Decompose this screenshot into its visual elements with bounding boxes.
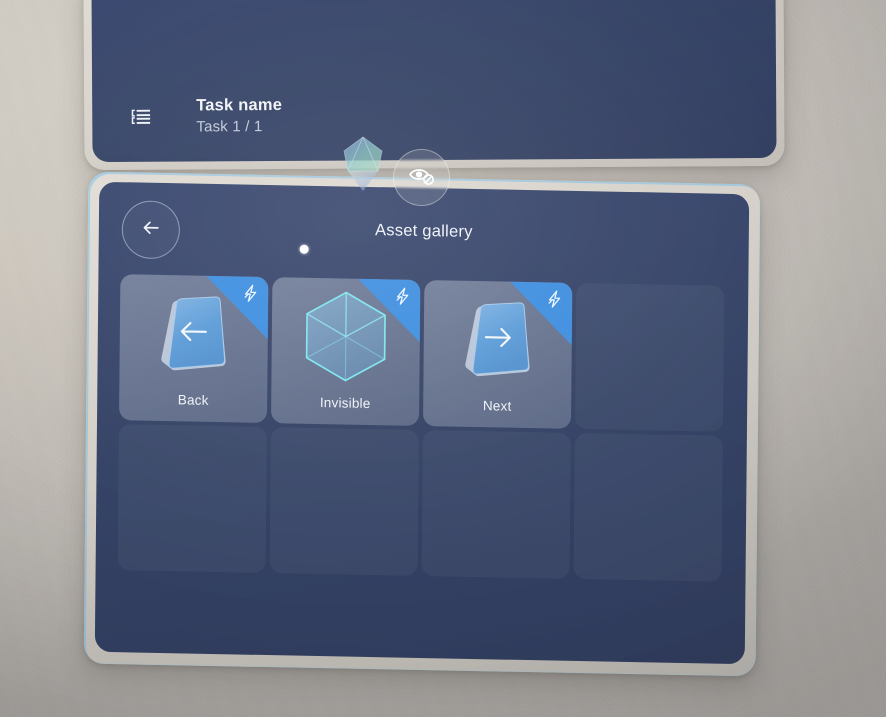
task-panel-frame: Task name Task 1 / 1 xyxy=(83,0,785,171)
task-list-icon xyxy=(128,103,154,129)
asset-grid: Back Invisible Next xyxy=(117,274,729,582)
asset-slot-empty[interactable] xyxy=(574,282,725,432)
page-title: Asset gallery xyxy=(374,221,473,241)
eye-hide-icon xyxy=(407,163,437,192)
asset-label: Invisible xyxy=(319,395,371,412)
gallery-panel-frame: Asset gallery Back Invisible Next xyxy=(83,171,761,677)
card-slab-arrow-right-icon xyxy=(423,290,572,389)
wireframe-cube-icon xyxy=(271,287,420,386)
asset-card-back[interactable]: Back xyxy=(119,274,269,424)
task-progress-label: Task 1 / 1 xyxy=(196,118,263,136)
task-info-row: Task name Task 1 / 1 xyxy=(128,96,282,136)
asset-slot-empty[interactable] xyxy=(269,427,419,576)
cursor-dot-icon xyxy=(299,244,309,254)
asset-card-invisible[interactable]: Invisible xyxy=(271,277,421,426)
asset-label: Next xyxy=(482,398,512,414)
asset-label: Back xyxy=(177,392,209,408)
task-text-block: Task name Task 1 / 1 xyxy=(196,96,282,136)
asset-card-next[interactable]: Next xyxy=(422,280,573,429)
hide-toggle-button[interactable] xyxy=(393,149,450,206)
asset-slot-empty[interactable] xyxy=(573,432,723,582)
vr-scene: Task name Task 1 / 1 Asset gallery Back … xyxy=(0,0,886,717)
task-title: Task name xyxy=(196,95,283,115)
task-panel: Task name Task 1 / 1 xyxy=(91,0,777,163)
asset-gallery-panel: Asset gallery Back Invisible Next xyxy=(94,181,750,665)
asset-slot-empty[interactable] xyxy=(421,430,571,579)
card-slab-arrow-left-icon xyxy=(119,284,268,383)
asset-slot-empty[interactable] xyxy=(117,424,267,574)
